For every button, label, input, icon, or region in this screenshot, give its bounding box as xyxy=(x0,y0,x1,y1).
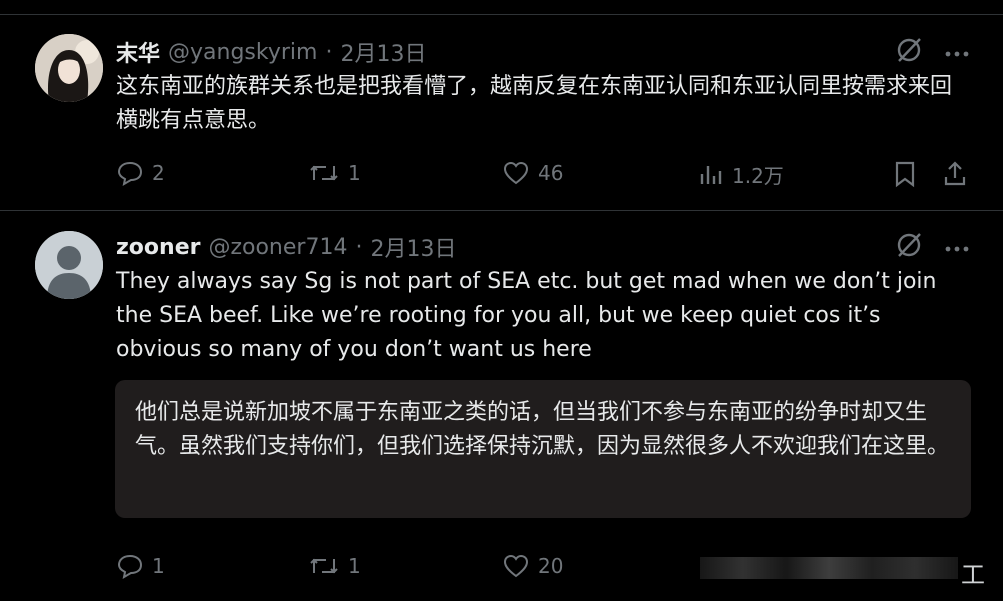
reply-icon xyxy=(116,553,144,579)
reply-count: 2 xyxy=(152,161,165,185)
like-icon xyxy=(502,553,530,579)
retweet-count: 1 xyxy=(348,161,361,185)
reply-icon xyxy=(116,160,144,186)
top-edge xyxy=(0,0,1003,15)
watermark-text: 工 xyxy=(961,561,985,589)
author-name[interactable]: 末华 xyxy=(116,36,160,68)
share-icon xyxy=(942,160,968,188)
author-name[interactable]: zooner xyxy=(116,235,200,260)
author-handle[interactable]: @zooner714 xyxy=(208,235,347,260)
avatar[interactable] xyxy=(35,231,103,299)
retweet-icon xyxy=(308,553,340,579)
meta-separator: · xyxy=(355,234,363,260)
reply-count: 1 xyxy=(152,554,165,578)
share-button[interactable] xyxy=(942,160,968,188)
action-bar: 2 1 46 1.2万 xyxy=(0,152,1003,192)
more-icon[interactable] xyxy=(945,43,969,62)
views-icon xyxy=(698,162,724,188)
blurred-watermark xyxy=(700,557,958,579)
like-icon xyxy=(502,160,530,186)
views-count: 1.2万 xyxy=(732,164,784,188)
like-count: 20 xyxy=(538,554,564,578)
grok-icon[interactable] xyxy=(895,36,923,68)
views-button[interactable]: 1.2万 xyxy=(698,160,784,189)
translation-text: 他们总是说新加坡不属于东南亚之类的话，但当我们不参与东南亚的纷争时却又生气。虽然… xyxy=(135,400,950,459)
avatar[interactable] xyxy=(35,34,103,102)
retweet-button[interactable]: 1 xyxy=(308,553,361,579)
tweet-text: They always say Sg is not part of SEA et… xyxy=(116,269,937,362)
like-button[interactable]: 20 xyxy=(502,553,563,579)
author-handle[interactable]: @yangskyrim xyxy=(168,40,317,65)
translation-box: 他们总是说新加坡不属于东南亚之类的话，但当我们不参与东南亚的纷争时却又生气。虽然… xyxy=(115,380,971,518)
bookmark-button[interactable] xyxy=(892,160,918,188)
post-date[interactable]: 2月13日 xyxy=(340,36,426,68)
like-button[interactable]: 46 xyxy=(502,160,563,186)
retweet-count: 1 xyxy=(348,554,361,578)
reply-button[interactable]: 1 xyxy=(116,553,165,579)
retweet-button[interactable]: 1 xyxy=(308,160,361,186)
tweet[interactable]: 末华 @yangskyrim · 2月13日 这东南亚的族群关系也是把我看懵了，… xyxy=(0,14,1003,211)
bookmark-icon xyxy=(892,160,918,188)
reply-button[interactable]: 2 xyxy=(116,160,165,186)
retweet-icon xyxy=(308,160,340,186)
post-date[interactable]: 2月13日 xyxy=(370,231,456,263)
tweet-text: 这东南亚的族群关系也是把我看懵了，越南反复在东南亚认同和东亚认同里按需求来回横跳… xyxy=(116,74,953,133)
like-count: 46 xyxy=(538,161,564,185)
tweet[interactable]: zooner @zooner714 · 2月13日 They always sa… xyxy=(0,211,1003,601)
meta-separator: · xyxy=(325,39,333,65)
grok-icon[interactable] xyxy=(895,231,923,263)
more-icon[interactable] xyxy=(945,238,969,257)
